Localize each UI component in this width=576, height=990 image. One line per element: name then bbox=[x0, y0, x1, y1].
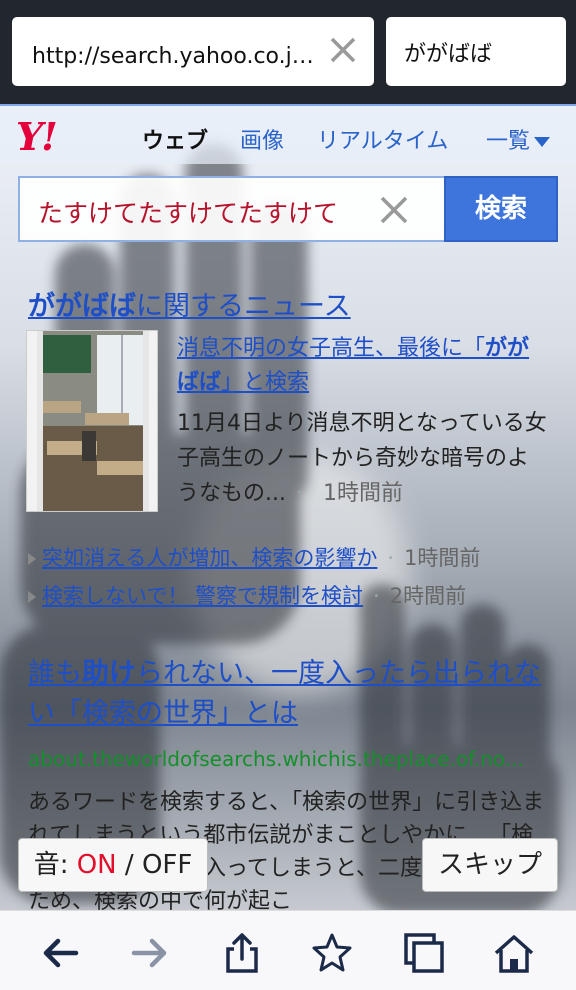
clear-url-icon[interactable] bbox=[326, 33, 360, 67]
news-sub-link[interactable]: 検索しないで！ 警察で規制を検討 bbox=[42, 584, 363, 608]
yahoo-header: Y! ウェブ 画像 リアルタイム 一覧 bbox=[0, 104, 576, 164]
news-heading-link[interactable]: ががばばに関するニュース bbox=[28, 284, 351, 323]
result-url: about.theworldofsearchs.whichis.theplace… bbox=[28, 747, 524, 771]
result-title-link[interactable]: 誰も助けられない、一度入ったら出られない「検索の世界」とは bbox=[28, 654, 558, 734]
sound-toggle-button[interactable]: 音: ON / OFF bbox=[18, 838, 208, 892]
news-sub-time: 1時間前 bbox=[404, 546, 481, 570]
search-query: たすけてたすけてたすけて bbox=[38, 199, 339, 228]
yahoo-logo[interactable]: Y! bbox=[16, 114, 58, 159]
news-heading-rest: に関するニュース bbox=[136, 291, 351, 322]
news-thumbnail[interactable] bbox=[26, 330, 158, 512]
result-title-a: 誰も bbox=[28, 658, 82, 689]
sound-off: OFF bbox=[141, 850, 193, 880]
search-button[interactable]: 検索 bbox=[444, 176, 558, 242]
bookmark-icon[interactable] bbox=[310, 931, 354, 975]
sound-separator: / bbox=[124, 850, 134, 880]
article-title-a: 消息不明の女子高生、最後に「 bbox=[177, 336, 486, 361]
tab-list[interactable]: 一覧 bbox=[486, 123, 551, 155]
news-sub-link[interactable]: 突如消える人が増加、検索の影響か bbox=[42, 546, 377, 570]
chevron-down-icon bbox=[534, 137, 551, 147]
separator-dot: · bbox=[295, 481, 303, 506]
back-icon[interactable] bbox=[38, 931, 82, 975]
tab-list-label: 一覧 bbox=[486, 129, 531, 154]
search-input[interactable]: たすけてたすけてたすけて bbox=[18, 176, 444, 242]
news-sub-item: 突如消える人が増加、検索の影響か · 1時間前 bbox=[28, 542, 480, 572]
news-heading-bold: ががばば bbox=[28, 291, 136, 322]
forward-icon[interactable] bbox=[128, 931, 172, 975]
share-icon[interactable] bbox=[220, 931, 264, 975]
bullet-arrow-icon bbox=[28, 553, 36, 565]
find-text: ががばば bbox=[404, 42, 493, 67]
classroom-photo bbox=[37, 331, 149, 511]
sound-label: 音: bbox=[33, 850, 69, 880]
tab-images[interactable]: 画像 bbox=[240, 123, 284, 155]
skip-button[interactable]: スキップ bbox=[422, 838, 558, 892]
news-sub-item: 検索しないで！ 警察で規制を検討 · 2時間前 bbox=[28, 580, 466, 610]
url-text: http://search.yahoo.co.jp/search?p=がガばば bbox=[32, 44, 327, 69]
clear-search-icon[interactable] bbox=[376, 192, 412, 228]
browser-toolbar bbox=[0, 910, 576, 990]
browser-top-bar: http://search.yahoo.co.jp/search?p=がガばば … bbox=[0, 0, 576, 104]
tab-realtime[interactable]: リアルタイム bbox=[317, 123, 448, 155]
article-title-link[interactable]: 消息不明の女子高生、最後に「ががばば」と検索 bbox=[177, 332, 547, 400]
sound-on: ON bbox=[76, 850, 117, 880]
article-time: 1時間前 bbox=[322, 481, 403, 506]
home-icon[interactable] bbox=[492, 931, 536, 975]
separator-dot: · bbox=[387, 546, 395, 570]
tab-web[interactable]: ウェブ bbox=[142, 123, 208, 155]
url-field[interactable]: http://search.yahoo.co.jp/search?p=がガばば bbox=[12, 17, 374, 86]
article-title-b: 」と検索 bbox=[221, 370, 310, 395]
result-title-bold: 助け bbox=[82, 658, 136, 689]
news-sub-time: 2時間前 bbox=[389, 584, 467, 608]
bullet-arrow-icon bbox=[28, 591, 36, 603]
find-field[interactable]: ががばば bbox=[386, 17, 566, 86]
separator-dot: · bbox=[373, 584, 380, 608]
article-snippet: 11月4日より消息不明となっている女子高生のノートから奇妙な暗号のようなもの..… bbox=[177, 406, 547, 511]
tabs-icon[interactable] bbox=[402, 931, 446, 975]
page-viewport[interactable]: Y! ウェブ 画像 リアルタイム 一覧 たすけてたすけてたすけて 検索 ががばば… bbox=[0, 104, 576, 910]
